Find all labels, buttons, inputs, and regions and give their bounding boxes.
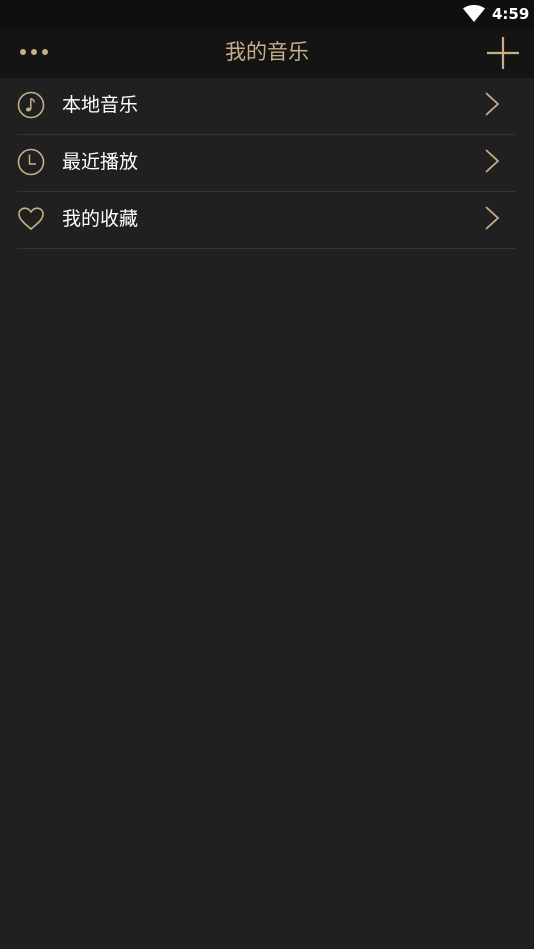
- menu-item-favorites[interactable]: 我的收藏: [17, 192, 516, 249]
- menu-item-local-music[interactable]: 本地音乐: [17, 78, 516, 135]
- plus-icon: [487, 37, 519, 69]
- more-horizontal-icon-dot: [42, 49, 48, 55]
- chevron-right-icon: [485, 92, 500, 116]
- more-options-button[interactable]: [14, 36, 54, 68]
- heart-icon: [18, 207, 44, 231]
- menu-list: 本地音乐 最近播放 我的收藏: [0, 78, 534, 249]
- music-note-icon: [17, 91, 45, 119]
- menu-item-recent-played[interactable]: 最近播放: [17, 135, 516, 192]
- menu-item-label: 我的收藏: [62, 208, 139, 230]
- menu-item-label: 最近播放: [62, 151, 139, 173]
- more-horizontal-icon-dot: [31, 49, 37, 55]
- menu-item-label: 本地音乐: [62, 94, 139, 116]
- wifi-icon: [463, 5, 485, 22]
- add-button[interactable]: [484, 34, 522, 72]
- status-time: 4:59: [492, 5, 530, 23]
- page-title: 我的音乐: [225, 40, 309, 64]
- chevron-right-icon: [485, 149, 500, 173]
- more-horizontal-icon: [20, 49, 26, 55]
- status-bar: 4:59: [0, 0, 534, 28]
- clock-icon: [17, 148, 45, 176]
- my-music-screen: 4:59 我的音乐 本地音乐 最近播放 我的收藏: [0, 0, 534, 949]
- chevron-right-icon: [485, 206, 500, 230]
- header-bar: 我的音乐: [0, 28, 534, 78]
